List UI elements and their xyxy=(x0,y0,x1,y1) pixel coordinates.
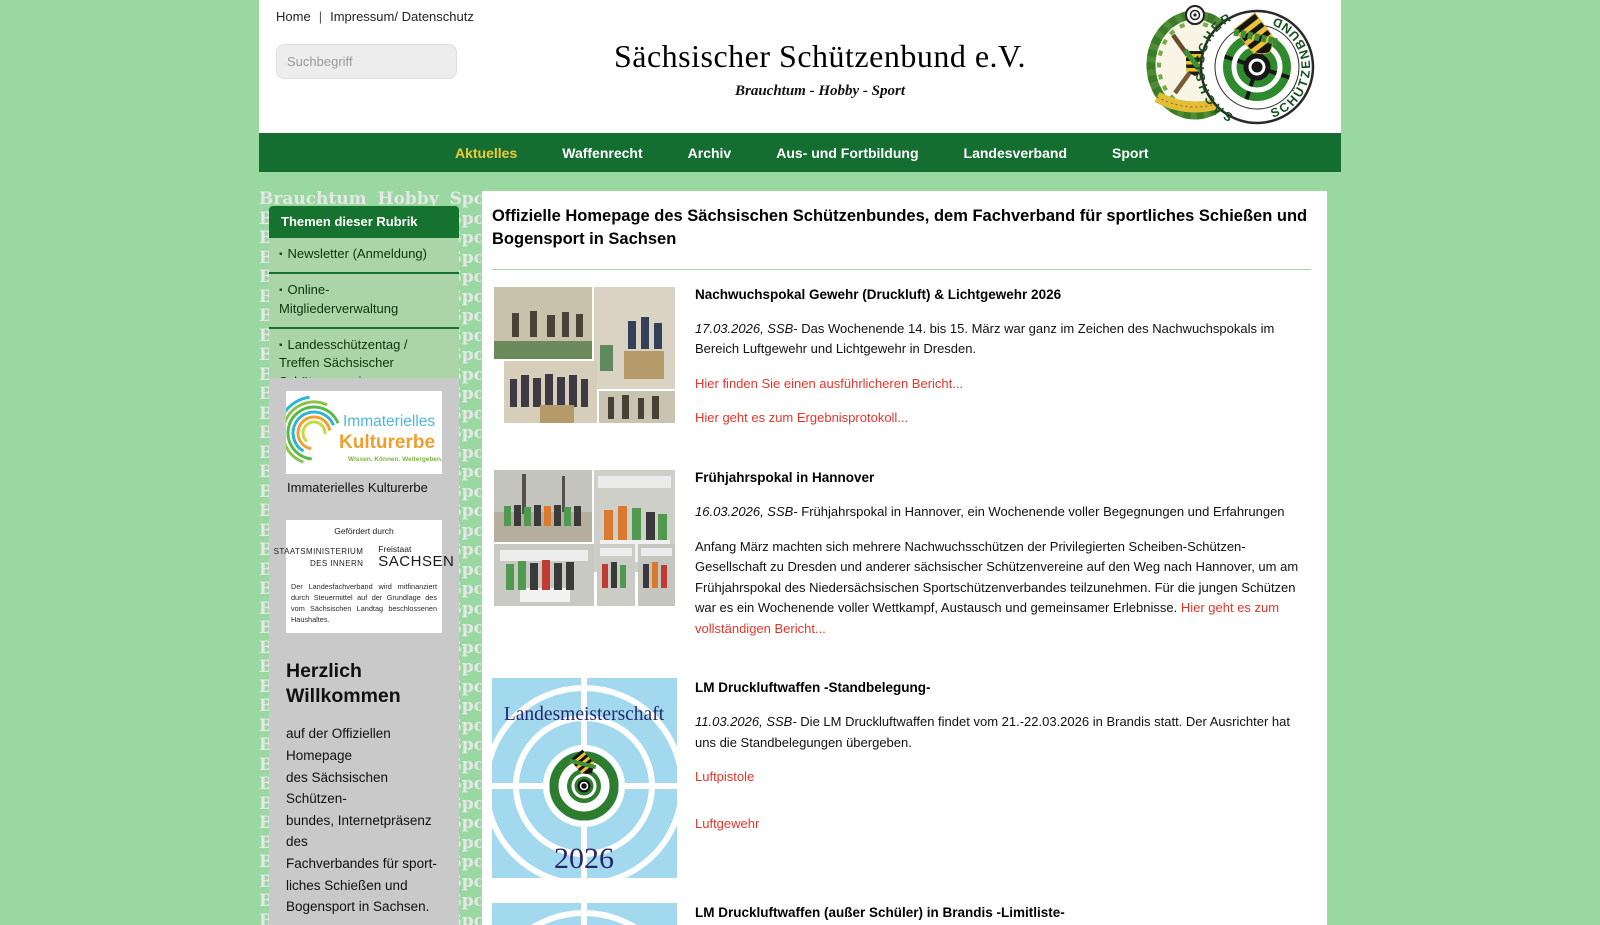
article-lm-limitliste: Landesmeisterschaft xyxy=(492,903,1313,925)
kulturerbe-logo[interactable]: Immaterielles Kulturerbe Wissen. Können.… xyxy=(286,391,442,474)
sidebar-item-newsletter[interactable]: ▪ Newsletter (Anmeldung) xyxy=(269,238,459,272)
welcome-block: Herzlich Willkommen auf der Offiziellen … xyxy=(286,659,442,918)
ministry-label: STAATSMINISTERIUM DES INNERN xyxy=(274,546,364,570)
home-link[interactable]: Home xyxy=(276,9,311,24)
rubrik-title: Themen dieser Rubrik xyxy=(269,206,459,236)
article-text: Frühjahrspokal in Hannover, ein Wochenen… xyxy=(801,504,1284,519)
article-date: 16.03.2026, SSB- xyxy=(695,504,798,519)
page-wrapper: Home | Impressum/ Datenschutz Sächsischer … xyxy=(259,0,1341,925)
nav-sport[interactable]: Sport xyxy=(1112,145,1149,161)
article-nachwuchspokal: Nachwuchspokal Gewehr (Druckluft) & Lich… xyxy=(492,285,1313,443)
main-content-box: Offizielle Homepage des Sächsischen Schü… xyxy=(481,190,1328,925)
site-subtitle: Brauchtum - Hobby - Sport xyxy=(499,83,1141,100)
article-lm-standbelegung: Landesmeisterschaft xyxy=(492,678,1313,878)
kulturerbe-tagline: Wissen. Können. Weitergeben. xyxy=(348,456,442,463)
kulturerbe-word2: Kulturerbe xyxy=(339,432,435,453)
kulturerbe-caption: Immaterielles Kulturerbe xyxy=(287,480,442,495)
nav-aktuelles[interactable]: Aktuelles xyxy=(455,145,517,161)
article-image-lm-poster[interactable]: Landesmeisterschaft xyxy=(492,678,677,878)
article-date: 17.03.2026, SSB- xyxy=(695,321,798,336)
luftpistole-link[interactable]: Luftpistole xyxy=(695,769,754,784)
poster-title: Landesmeisterschaft xyxy=(504,704,665,725)
sidebar-item-label: Online- Mitgliederverwaltung xyxy=(279,282,398,316)
top-links-divider: | xyxy=(319,9,322,24)
nav-archiv[interactable]: Archiv xyxy=(688,145,732,161)
top-links: Home | Impressum/ Datenschutz xyxy=(276,9,474,24)
welcome-title: Herzlich Willkommen xyxy=(286,659,426,710)
sidebar-item-label: Newsletter (Anmeldung) xyxy=(288,246,427,261)
club-logo-icon: SÄCHSISCHER SCHÜTZENBUND xyxy=(1145,1,1315,131)
divider xyxy=(492,269,1311,270)
article-fruehjahrspokal: Frühjahrspokal in Hannover 16.03.2026, S… xyxy=(492,468,1313,653)
article-title: Frühjahrspokal in Hannover xyxy=(695,470,1313,485)
nav-waffenrecht[interactable]: Waffenrecht xyxy=(562,145,642,161)
funding-note: Der Landesfachverband wird mitfinanziert… xyxy=(291,582,437,626)
ring-badge: SÄCHSISCHER SCHÜTZENBUND xyxy=(1193,10,1313,125)
bullet-icon: ▪ xyxy=(279,285,283,296)
funding-logo: Gefördert durch STAATSMINISTERIUM DES IN… xyxy=(286,520,442,633)
article-title: LM Druckluftwaffen (außer Schüler) in Br… xyxy=(695,905,1313,920)
article-image-lm-poster[interactable]: Landesmeisterschaft xyxy=(492,903,677,925)
impressum-link[interactable]: Impressum/ Datenschutz xyxy=(330,9,474,24)
article-date: 11.03.2026, SSB- xyxy=(695,714,797,729)
nav-landesverband[interactable]: Landesverband xyxy=(964,145,1067,161)
sidebar-info-box: Immaterielles Kulturerbe Wissen. Können.… xyxy=(269,378,459,925)
search-box xyxy=(276,44,457,79)
luftgewehr-link[interactable]: Luftgewehr xyxy=(695,816,759,831)
report-link[interactable]: Hier finden Sie einen ausführlicheren Be… xyxy=(695,376,963,391)
bullet-icon: ▪ xyxy=(279,249,283,260)
sidebar-item-mitgliederverwaltung[interactable]: ▪Online- Mitgliederverwaltung xyxy=(269,274,459,327)
freistaat-sachsen-label: Freistaat SACHSEN xyxy=(378,545,454,571)
article-title: LM Druckluftwaffen -Standbelegung- xyxy=(695,680,1313,695)
funding-top-label: Gefördert durch xyxy=(291,526,437,536)
article-image-outdoor-collage[interactable] xyxy=(492,468,677,653)
lower-region: Brauchtum Hobby Sport Brauchtum Hobby Sp… xyxy=(259,190,1341,925)
site-title-block: Sächsischer Schützenbund e.V. Brauchtum … xyxy=(499,38,1141,100)
search-input[interactable] xyxy=(287,54,463,69)
nav-aus-und-fortbildung[interactable]: Aus- und Fortbildung xyxy=(776,145,918,161)
article-title: Nachwuchspokal Gewehr (Druckluft) & Lich… xyxy=(695,287,1313,302)
page-title: Offizielle Homepage des Sächsischen Schü… xyxy=(492,205,1313,252)
welcome-text: auf der Offiziellen Homepage des Sächsis… xyxy=(286,723,442,917)
results-link[interactable]: Hier geht es zum Ergebnisprotokoll... xyxy=(695,410,908,425)
main-nav: Aktuelles Waffenrecht Archiv Aus- und Fo… xyxy=(259,133,1341,172)
site-title: Sächsischer Schützenbund e.V. xyxy=(499,38,1141,75)
poster-year: 2026 xyxy=(554,842,614,875)
kulturerbe-word1: Immaterielles xyxy=(343,413,435,430)
article-image-indoor-collage[interactable] xyxy=(492,285,677,443)
bullet-icon: ▪ xyxy=(279,340,283,351)
header: Home | Impressum/ Datenschutz Sächsischer … xyxy=(259,0,1341,133)
